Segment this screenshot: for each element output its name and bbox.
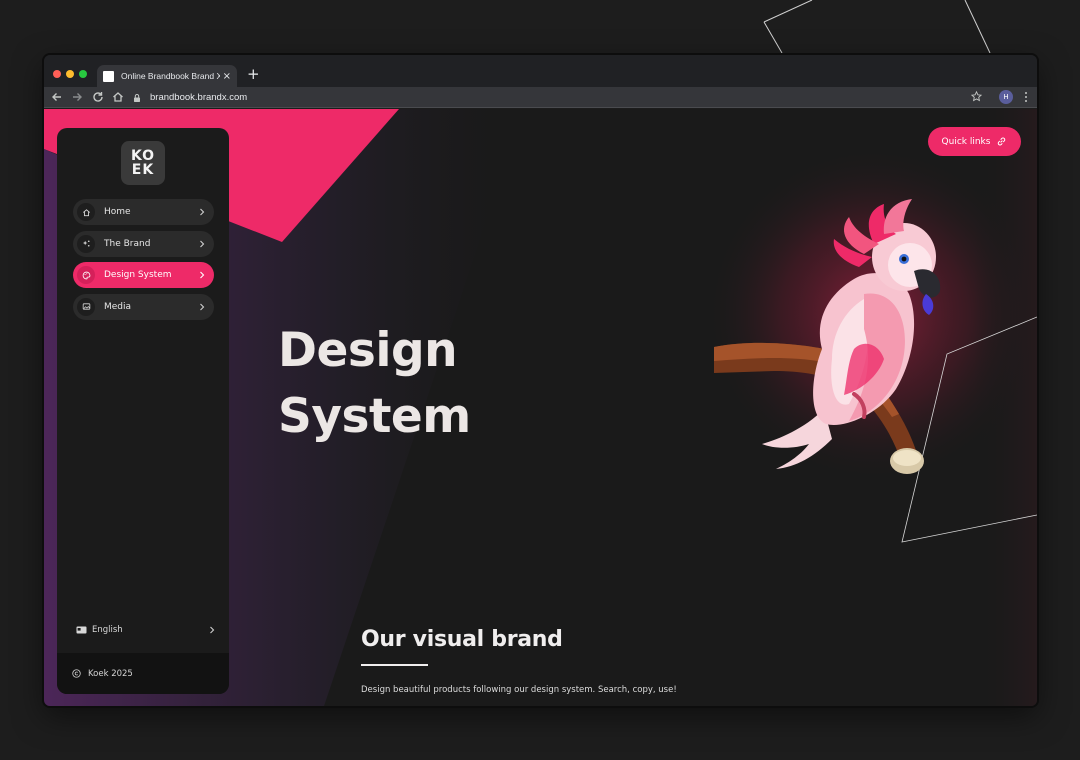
chevron-right-icon [200,240,205,247]
logo-line-2: EK [131,162,155,178]
chevron-right-icon [200,303,205,310]
language-label: English [92,625,123,635]
new-tab-button[interactable]: + [247,67,260,82]
link-icon [998,137,1006,146]
maximize-window-button[interactable] [79,70,87,78]
browser-window: Online Brandbook Brand X × + brandbook.b… [44,55,1037,706]
quick-links-label: Quick links [941,136,991,147]
tab-bar: Online Brandbook Brand X × + [44,55,1037,87]
home-browser-icon[interactable] [111,90,125,104]
url-text: brandbook.brandx.com [150,92,248,103]
address-bar[interactable]: brandbook.brandx.com [132,89,1002,106]
koek-logo[interactable]: KO EK [121,141,165,185]
copyright-icon [72,669,81,678]
reload-icon[interactable] [91,90,105,104]
quick-links-button[interactable]: Quick links [928,127,1021,156]
palette-icon [77,266,95,284]
logo-line-1: KO [130,148,156,164]
hero-title: Design System [278,318,471,450]
chevron-right-icon [210,626,215,634]
section-subtitle: Design beautiful products following our … [361,685,677,695]
sidebar-footer: Koek 2025 [57,653,229,694]
browser-toolbar: brandbook.brandx.com H [44,87,1037,108]
sidebar-item-label: Design System [104,270,172,280]
forward-arrow-icon[interactable] [70,90,84,104]
web-page: KO EK Home The Brand Design System Media… [44,109,1037,706]
tab-close-icon[interactable]: × [223,71,231,82]
minimize-window-button[interactable] [66,70,74,78]
back-arrow-icon[interactable] [50,90,64,104]
browser-menu-icon[interactable] [1021,90,1031,104]
sidebar-item-the-brand[interactable]: The Brand [73,230,214,257]
sidebar-nav: Home The Brand Design System Media [73,199,214,325]
sidebar-item-label: Media [104,301,132,312]
hero-title-line-2: System [278,389,471,444]
sidebar-item-label: The Brand [104,238,151,249]
lock-icon [134,93,140,102]
hero-title-line-1: Design [278,323,458,378]
cockatoo-illustration [714,199,941,474]
section-title: Our visual brand [361,627,563,652]
favicon-icon [103,70,114,82]
sidebar: KO EK Home The Brand Design System Media… [57,128,229,694]
sidebar-item-design-system[interactable]: Design System [73,262,214,288]
chevron-right-icon [200,271,205,279]
profile-avatar[interactable]: H [999,90,1013,104]
tab-title: Online Brandbook Brand X [121,71,220,81]
sidebar-item-label: Home [104,207,131,217]
browser-tab[interactable]: Online Brandbook Brand X × [97,65,237,87]
home-icon [77,203,95,221]
image-icon [77,297,95,316]
copyright-text: Koek 2025 [88,668,133,679]
sparkle-icon [77,234,95,253]
sidebar-item-media[interactable]: Media [73,293,214,320]
section-divider [361,664,428,666]
close-window-button[interactable] [53,70,61,78]
bookmark-star-icon[interactable] [970,90,983,103]
language-icon [76,626,87,634]
chevron-right-icon [200,208,205,216]
language-selector[interactable]: English [76,623,216,637]
sidebar-item-home[interactable]: Home [73,199,214,225]
